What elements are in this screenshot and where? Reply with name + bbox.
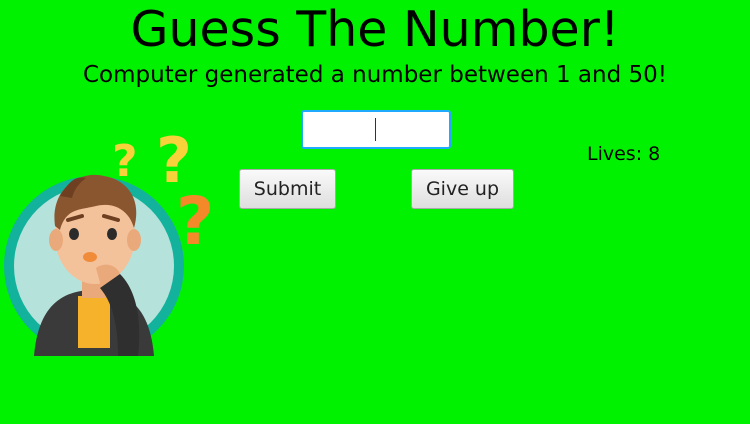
submit-button[interactable]: Submit <box>239 169 336 209</box>
instructions-text: Computer generated a number between 1 an… <box>82 62 668 88</box>
lives-counter: Lives: 8 <box>587 143 661 165</box>
text-caret <box>375 118 376 141</box>
thinking-man-question-marks-icon: ? ? ? <box>4 124 214 356</box>
guess-input[interactable] <box>301 110 451 149</box>
give-up-button[interactable]: Give up <box>411 169 514 209</box>
svg-text:?: ? <box>176 183 214 260</box>
page-title: Guess The Number! <box>130 1 620 58</box>
svg-text:?: ? <box>112 136 138 187</box>
